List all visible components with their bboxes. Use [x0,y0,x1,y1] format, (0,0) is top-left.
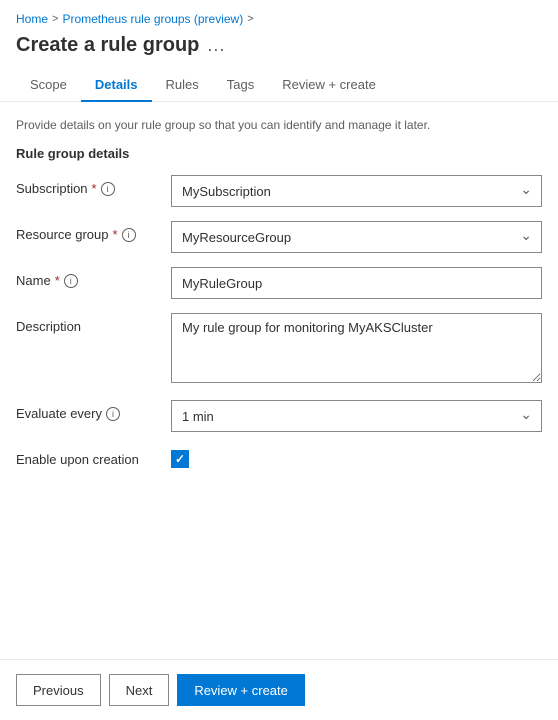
more-options-icon[interactable]: ... [207,35,225,56]
tab-tags[interactable]: Tags [213,69,268,102]
resource-group-required: * [113,227,118,242]
tab-rules[interactable]: Rules [152,69,213,102]
enable-creation-row: Enable upon creation [16,446,542,468]
breadcrumb-sep2: > [247,13,253,25]
evaluate-every-select[interactable]: 1 min5 min10 min15 min30 min1 hour [171,400,542,432]
resource-group-select-wrapper: MyResourceGroup [171,221,542,253]
evaluate-every-info-icon[interactable]: i [106,407,120,421]
subscription-info-icon[interactable]: i [101,182,115,196]
info-text: Provide details on your rule group so th… [16,118,542,132]
tabs-bar: Scope Details Rules Tags Review + create [0,69,558,102]
subscription-select[interactable]: MySubscription [171,175,542,207]
name-info-icon[interactable]: i [64,274,78,288]
subscription-control: MySubscription [171,175,542,207]
page-title: Create a rule group [16,34,199,57]
description-row: Description My rule group for monitoring… [16,313,542,386]
evaluate-every-select-wrapper: 1 min5 min10 min15 min30 min1 hour [171,400,542,432]
breadcrumb: Home > Prometheus rule groups (preview) … [0,0,558,30]
evaluate-every-control: 1 min5 min10 min15 min30 min1 hour [171,400,542,432]
name-input[interactable] [171,267,542,299]
enable-creation-label: Enable upon creation [16,446,171,467]
resource-group-select[interactable]: MyResourceGroup [171,221,542,253]
resource-group-info-icon[interactable]: i [122,228,136,242]
name-control [171,267,542,299]
resource-group-label: Resource group * i [16,221,171,242]
enable-creation-checkbox-wrapper [171,446,542,468]
breadcrumb-parent[interactable]: Prometheus rule groups (preview) [62,12,243,26]
subscription-label: Subscription * i [16,175,171,196]
next-button[interactable]: Next [109,674,170,706]
name-label: Name * i [16,267,171,288]
subscription-required: * [92,181,97,196]
review-create-button[interactable]: Review + create [177,674,305,706]
description-control: My rule group for monitoring MyAKSCluste… [171,313,542,386]
evaluate-every-row: Evaluate every i 1 min5 min10 min15 min3… [16,400,542,432]
tab-scope[interactable]: Scope [16,69,81,102]
breadcrumb-home[interactable]: Home [16,12,48,26]
description-label: Description [16,313,171,334]
name-required: * [55,273,60,288]
main-content: Provide details on your rule group so th… [0,102,558,498]
evaluate-every-label: Evaluate every i [16,400,171,421]
enable-creation-checkbox[interactable] [171,450,189,468]
page-title-row: Create a rule group ... [0,30,558,69]
footer: Previous Next Review + create [0,659,558,720]
subscription-select-wrapper: MySubscription [171,175,542,207]
resource-group-control: MyResourceGroup [171,221,542,253]
breadcrumb-sep1: > [52,13,58,25]
section-title: Rule group details [16,146,542,161]
previous-button[interactable]: Previous [16,674,101,706]
description-textarea[interactable]: My rule group for monitoring MyAKSCluste… [171,313,542,383]
tab-review-create[interactable]: Review + create [268,69,390,102]
name-row: Name * i [16,267,542,299]
resource-group-row: Resource group * i MyResourceGroup [16,221,542,253]
tab-details[interactable]: Details [81,69,152,102]
subscription-row: Subscription * i MySubscription [16,175,542,207]
enable-creation-control [171,446,542,468]
